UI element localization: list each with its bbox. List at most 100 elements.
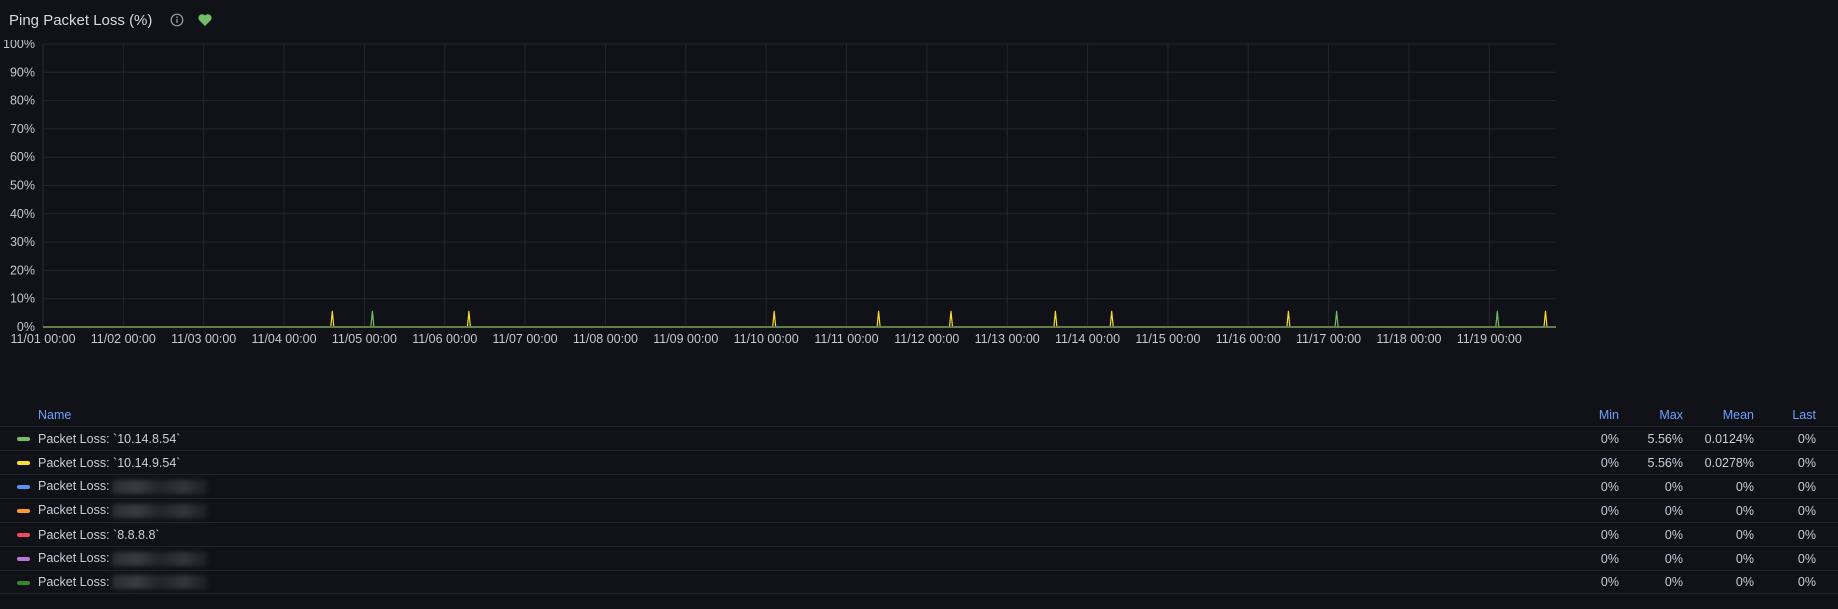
- legend-last-value: 0%: [1797, 479, 1816, 494]
- legend-last-value: 0%: [1797, 431, 1816, 446]
- legend-header-last[interactable]: Last: [1792, 408, 1816, 422]
- legend-color-swatch[interactable]: [17, 461, 30, 465]
- legend-mean-value: 0%: [1735, 575, 1754, 589]
- legend-header: Name Min Max Mean Last: [0, 404, 1838, 426]
- x-tick-label: 11/14 00:00: [1055, 332, 1120, 346]
- y-tick-label: 20%: [10, 263, 35, 277]
- legend-min-value: 0%: [1600, 455, 1619, 470]
- legend-min-value: 0%: [1600, 551, 1619, 566]
- legend-series-label: Packet Loss:: [38, 574, 110, 589]
- legend-min-value: 0%: [1600, 527, 1619, 542]
- legend-row[interactable]: Packet Loss: 0% 0% 0% 0%: [0, 498, 1838, 522]
- legend-max-value: 0%: [1664, 527, 1683, 542]
- legend-series-name[interactable]: Packet Loss:: [38, 575, 208, 590]
- legend-mean-value: 0%: [1735, 503, 1754, 518]
- y-tick-label: 30%: [10, 235, 35, 249]
- legend-color-swatch[interactable]: [17, 437, 30, 441]
- legend-max-value: 5.56%: [1647, 455, 1683, 470]
- x-tick-label: 11/03 00:00: [171, 332, 236, 346]
- legend-mean-value: 0%: [1735, 551, 1754, 566]
- legend-mean-value: 0.0124%: [1704, 431, 1754, 446]
- x-tick-label: 11/11 00:00: [814, 332, 878, 346]
- y-tick-label: 50%: [10, 179, 35, 193]
- legend-color-swatch[interactable]: [17, 509, 30, 513]
- x-tick-label: 11/05 00:00: [332, 332, 397, 346]
- legend-series-label: Packet Loss:: [38, 503, 110, 518]
- x-tick-label: 11/01 00:00: [10, 332, 75, 346]
- x-tick-label: 11/12 00:00: [894, 332, 959, 346]
- legend-color-swatch[interactable]: [17, 557, 30, 561]
- packet-loss-chart[interactable]: 0%10%20%30%40%50%60%70%80%90%100%11/01 0…: [0, 40, 1838, 406]
- legend-max-value: 0%: [1664, 503, 1683, 518]
- legend-row[interactable]: Packet Loss: `10.14.9.54` 0% 5.56% 0.0278% 0…: [0, 450, 1838, 474]
- legend-row[interactable]: Packet Loss: `10.14.8.54` 0% 5.56% 0.0124% 0…: [0, 426, 1838, 450]
- legend-max-value: 0%: [1664, 575, 1683, 589]
- legend-row[interactable]: Packet Loss: `8.8.8.8` 0% 0% 0% 0%: [0, 522, 1838, 546]
- y-tick-label: 40%: [10, 207, 35, 221]
- legend-series-name[interactable]: Packet Loss:: [38, 551, 208, 566]
- x-tick-label: 11/10 00:00: [734, 332, 799, 346]
- legend-header-mean[interactable]: Mean: [1723, 408, 1754, 422]
- x-tick-label: 11/02 00:00: [91, 332, 156, 346]
- legend-last-value: 0%: [1797, 503, 1816, 518]
- legend-last-value: 0%: [1797, 455, 1816, 470]
- legend-series-name[interactable]: Packet Loss: `8.8.8.8`: [38, 528, 160, 542]
- x-tick-label: 11/08 00:00: [573, 332, 638, 346]
- legend-min-value: 0%: [1600, 575, 1619, 589]
- x-tick-label: 11/15 00:00: [1135, 332, 1200, 346]
- x-tick-label: 11/07 00:00: [493, 332, 558, 346]
- legend-max-value: 0%: [1664, 551, 1683, 566]
- legend-series-label: Packet Loss: `10.14.9.54`: [38, 455, 181, 470]
- x-tick-label: 11/17 00:00: [1296, 332, 1361, 346]
- legend-last-value: 0%: [1797, 575, 1816, 589]
- health-heart-icon[interactable]: [197, 12, 213, 28]
- y-tick-label: 10%: [10, 292, 35, 306]
- legend-mean-value: 0%: [1735, 527, 1754, 542]
- legend-max-value: 0%: [1664, 479, 1683, 494]
- legend-series-label: Packet Loss:: [38, 551, 110, 566]
- legend-last-value: 0%: [1797, 527, 1816, 542]
- legend-row[interactable]: Packet Loss: 0% 0% 0% 0%: [0, 570, 1838, 594]
- redacted-text: [111, 479, 208, 494]
- legend-series-name[interactable]: Packet Loss:: [38, 479, 208, 494]
- legend-header-min[interactable]: Min: [1599, 408, 1619, 422]
- legend-row[interactable]: Packet Loss: 0% 0% 0% 0%: [0, 474, 1838, 498]
- info-icon[interactable]: [170, 13, 184, 27]
- legend-table: Name Min Max Mean Last Packet Loss: `10.…: [0, 404, 1838, 594]
- legend-series-name[interactable]: Packet Loss:: [38, 503, 208, 518]
- legend-min-value: 0%: [1600, 503, 1619, 518]
- x-tick-label: 11/18 00:00: [1376, 332, 1441, 346]
- x-tick-label: 11/19 00:00: [1457, 332, 1522, 346]
- x-tick-label: 11/13 00:00: [975, 332, 1040, 346]
- legend-last-value: 0%: [1797, 551, 1816, 566]
- legend-min-value: 0%: [1600, 479, 1619, 494]
- x-tick-label: 11/06 00:00: [412, 332, 477, 346]
- legend-mean-value: 0.0278%: [1704, 455, 1754, 470]
- legend-series-name[interactable]: Packet Loss: `10.14.8.54`: [38, 432, 180, 446]
- y-tick-label: 70%: [10, 122, 35, 136]
- x-tick-label: 11/16 00:00: [1216, 332, 1281, 346]
- y-tick-label: 90%: [10, 65, 35, 79]
- legend-color-swatch[interactable]: [17, 581, 30, 585]
- y-tick-label: 60%: [10, 150, 35, 164]
- legend-series-label: Packet Loss: `8.8.8.8`: [38, 527, 160, 542]
- legend-header-name[interactable]: Name: [38, 408, 71, 422]
- panel-header: Ping Packet Loss (%): [0, 0, 1838, 40]
- y-tick-label: 100%: [3, 40, 35, 51]
- legend-max-value: 5.56%: [1647, 431, 1683, 446]
- legend-row[interactable]: Packet Loss: 0% 0% 0% 0%: [0, 546, 1838, 570]
- panel-title[interactable]: Ping Packet Loss (%): [9, 12, 152, 29]
- legend-series-label: Packet Loss:: [38, 479, 110, 494]
- legend-series-label: Packet Loss: `10.14.8.54`: [38, 431, 181, 446]
- legend-color-swatch[interactable]: [17, 533, 30, 537]
- x-tick-label: 11/09 00:00: [653, 332, 718, 346]
- legend-mean-value: 0%: [1735, 479, 1754, 494]
- legend-color-swatch[interactable]: [17, 485, 30, 489]
- legend-header-max[interactable]: Max: [1659, 408, 1683, 422]
- legend-min-value: 0%: [1600, 431, 1619, 446]
- x-tick-label: 11/04 00:00: [251, 332, 316, 346]
- legend-series-name[interactable]: Packet Loss: `10.14.9.54`: [38, 456, 180, 470]
- y-tick-label: 80%: [10, 94, 35, 108]
- redacted-text: [111, 575, 208, 590]
- redacted-text: [111, 503, 208, 518]
